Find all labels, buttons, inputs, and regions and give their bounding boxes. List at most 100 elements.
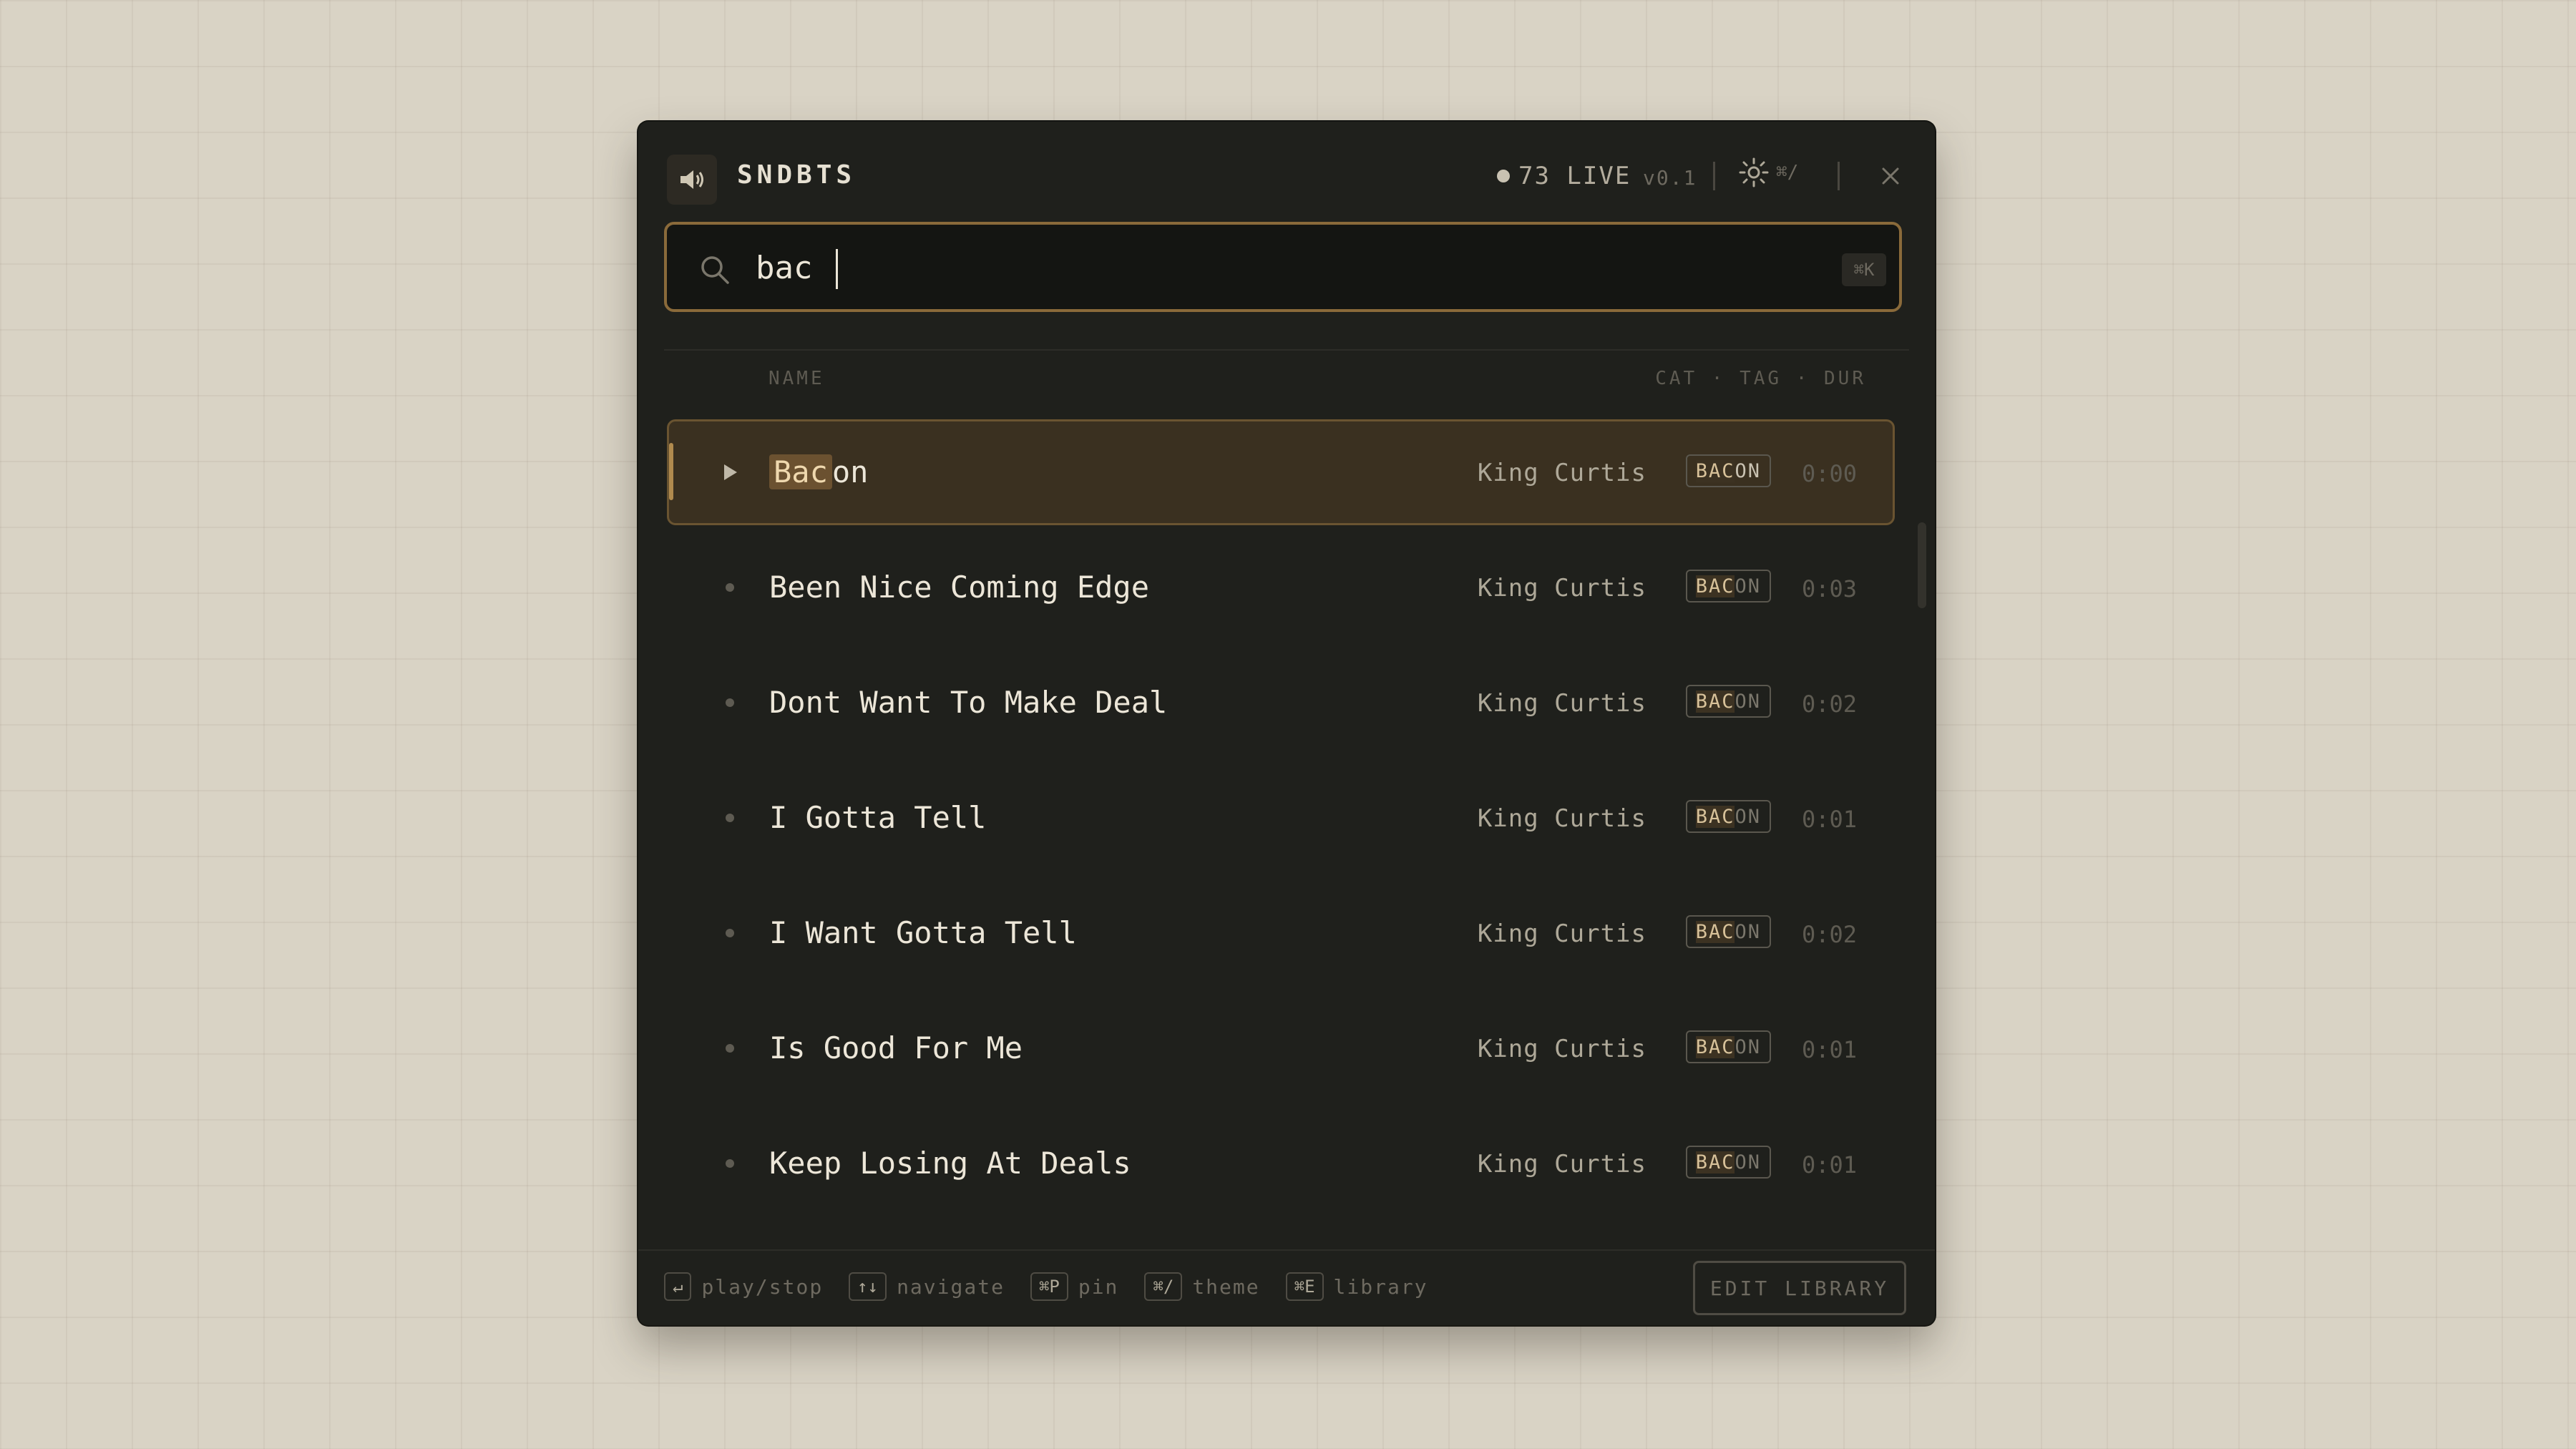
shortcut-label: theme	[1192, 1274, 1260, 1299]
divider	[1838, 162, 1840, 190]
bullet-icon	[719, 577, 741, 598]
list-item[interactable]: Been Nice Coming Edge King Curtis BAC ON …	[667, 535, 1895, 640]
close-icon	[1882, 167, 1899, 185]
divider	[638, 1249, 1935, 1251]
list-item[interactable]: Keep Losing At Deals King Curtis BAC ON 0…	[667, 1111, 1895, 1216]
search-icon	[701, 256, 729, 284]
bullet-icon	[719, 692, 741, 713]
tag-badge[interactable]: BAC ON	[1685, 1146, 1771, 1179]
shortcut-play-stop: ↵ play/stop	[664, 1272, 823, 1301]
track-duration: 0:01	[1801, 1151, 1857, 1179]
track-artist: King Curtis	[1477, 459, 1646, 487]
tag-rest: ON	[1735, 920, 1761, 943]
tag-badge[interactable]: BAC ON	[1685, 685, 1771, 718]
list-item[interactable]: Is Good For Me King Curtis BAC ON 0:01	[667, 995, 1895, 1101]
tag-rest: ON	[1735, 459, 1761, 482]
track-name: Keep Losing At Deals	[769, 1146, 1131, 1181]
tag-rest: ON	[1735, 1035, 1761, 1058]
shortcut-bar: ↵ play/stop ↑↓ navigate ⌘P pin ⌘/ theme …	[664, 1272, 1454, 1301]
bullet-icon	[719, 922, 741, 944]
shortcut-label: pin	[1078, 1274, 1119, 1299]
shortcut-theme: ⌘/ theme	[1144, 1272, 1259, 1301]
track-artist: King Curtis	[1477, 919, 1646, 948]
track-duration: 0:03	[1801, 575, 1857, 602]
live-count: 73 LIVE	[1518, 162, 1631, 190]
app-name: SNDBTS	[737, 160, 857, 190]
track-name: Bac on	[769, 454, 868, 489]
tag-match: BAC	[1695, 690, 1735, 713]
tag-match: BAC	[1695, 459, 1735, 482]
tag-badge[interactable]: BAC ON	[1685, 454, 1771, 487]
keycap: ⌘/	[1144, 1272, 1183, 1301]
list-item[interactable]: I Gotta Tell King Curtis BAC ON 0:01	[667, 765, 1895, 871]
text-caret	[836, 249, 838, 289]
titlebar: SNDBTS 73 LIVE v0.1 ⌘/	[638, 122, 1935, 236]
track-name-rest: on	[831, 454, 869, 489]
tag-badge[interactable]: BAC ON	[1685, 1030, 1771, 1063]
bullet-icon	[719, 1038, 741, 1059]
keycap: ↵	[664, 1272, 692, 1301]
shortcut-label: library	[1333, 1274, 1428, 1299]
theme-toggle-button[interactable]: ⌘/	[1737, 156, 1798, 189]
column-header-name: NAME	[769, 368, 825, 389]
sndbts-window: SNDBTS 73 LIVE v0.1 ⌘/ bac ⌘K NAME CAT ·…	[638, 122, 1935, 1325]
track-name: I Gotta Tell	[769, 800, 987, 835]
list-item[interactable]: I Want Gotta Tell King Curtis BAC ON 0:02	[667, 880, 1895, 986]
shortcut-pin: ⌘P pin	[1030, 1272, 1118, 1301]
search-box: ⌘K	[664, 222, 1902, 312]
list-item[interactable]: Dont Want To Make Deal King Curtis BAC ON…	[667, 650, 1895, 756]
track-duration: 0:01	[1801, 806, 1857, 833]
theme-shortcut: ⌘/	[1776, 162, 1799, 183]
shortcut-library: ⌘E library	[1285, 1272, 1428, 1301]
track-artist: King Curtis	[1477, 574, 1646, 602]
search-input[interactable]	[756, 248, 1757, 288]
tag-match: BAC	[1695, 1035, 1735, 1058]
close-button[interactable]	[1879, 165, 1902, 190]
keycap: ⌘P	[1030, 1272, 1068, 1301]
scrollbar[interactable]	[1918, 522, 1926, 608]
play-icon[interactable]	[719, 462, 741, 483]
selection-indicator	[669, 443, 673, 500]
track-name: Dont Want To Make Deal	[769, 685, 1168, 720]
column-header-meta: CAT · TAG · DUR	[1655, 368, 1866, 389]
track-name: Been Nice Coming Edge	[769, 570, 1150, 605]
shortcut-navigate: ↑↓ navigate	[849, 1272, 1005, 1301]
edit-library-button[interactable]: EDIT LIBRARY	[1693, 1261, 1906, 1315]
bullet-icon	[719, 807, 741, 829]
version-label: v0.1	[1643, 166, 1697, 190]
tag-badge[interactable]: BAC ON	[1685, 800, 1771, 833]
sun-icon	[1739, 157, 1769, 187]
shortcut-label: play/stop	[701, 1274, 824, 1299]
speaker-icon	[667, 155, 717, 205]
tag-match: BAC	[1695, 1151, 1735, 1174]
tag-badge[interactable]: BAC ON	[1685, 570, 1771, 602]
track-name: Is Good For Me	[769, 1030, 1023, 1065]
tag-rest: ON	[1735, 575, 1761, 597]
tag-match: BAC	[1695, 920, 1735, 943]
track-artist: King Curtis	[1477, 689, 1646, 718]
match-highlight: Bac	[769, 454, 832, 489]
keycap: ↑↓	[849, 1272, 887, 1301]
tag-match: BAC	[1695, 575, 1735, 597]
track-duration: 0:01	[1801, 1036, 1857, 1063]
bullet-icon	[719, 1153, 741, 1174]
keycap: ⌘E	[1285, 1272, 1324, 1301]
tag-rest: ON	[1735, 805, 1761, 828]
tag-badge[interactable]: BAC ON	[1685, 915, 1771, 948]
track-artist: King Curtis	[1477, 1150, 1646, 1179]
tag-match: BAC	[1695, 805, 1735, 828]
track-artist: King Curtis	[1477, 1035, 1646, 1063]
track-duration: 0:00	[1801, 460, 1857, 487]
tag-rest: ON	[1735, 690, 1761, 713]
track-artist: King Curtis	[1477, 804, 1646, 833]
shortcut-label: navigate	[897, 1274, 1005, 1299]
track-name: I Want Gotta Tell	[769, 915, 1077, 950]
results-list: Bac on King Curtis BAC ON 0:00 Been Nice C…	[667, 419, 1895, 1226]
divider	[1713, 162, 1715, 190]
track-duration: 0:02	[1801, 921, 1857, 948]
divider	[664, 349, 1909, 351]
track-duration: 0:02	[1801, 691, 1857, 718]
list-item[interactable]: Bac on King Curtis BAC ON 0:00	[667, 419, 1895, 525]
tag-rest: ON	[1735, 1151, 1761, 1174]
live-indicator: 73 LIVE	[1497, 162, 1631, 190]
